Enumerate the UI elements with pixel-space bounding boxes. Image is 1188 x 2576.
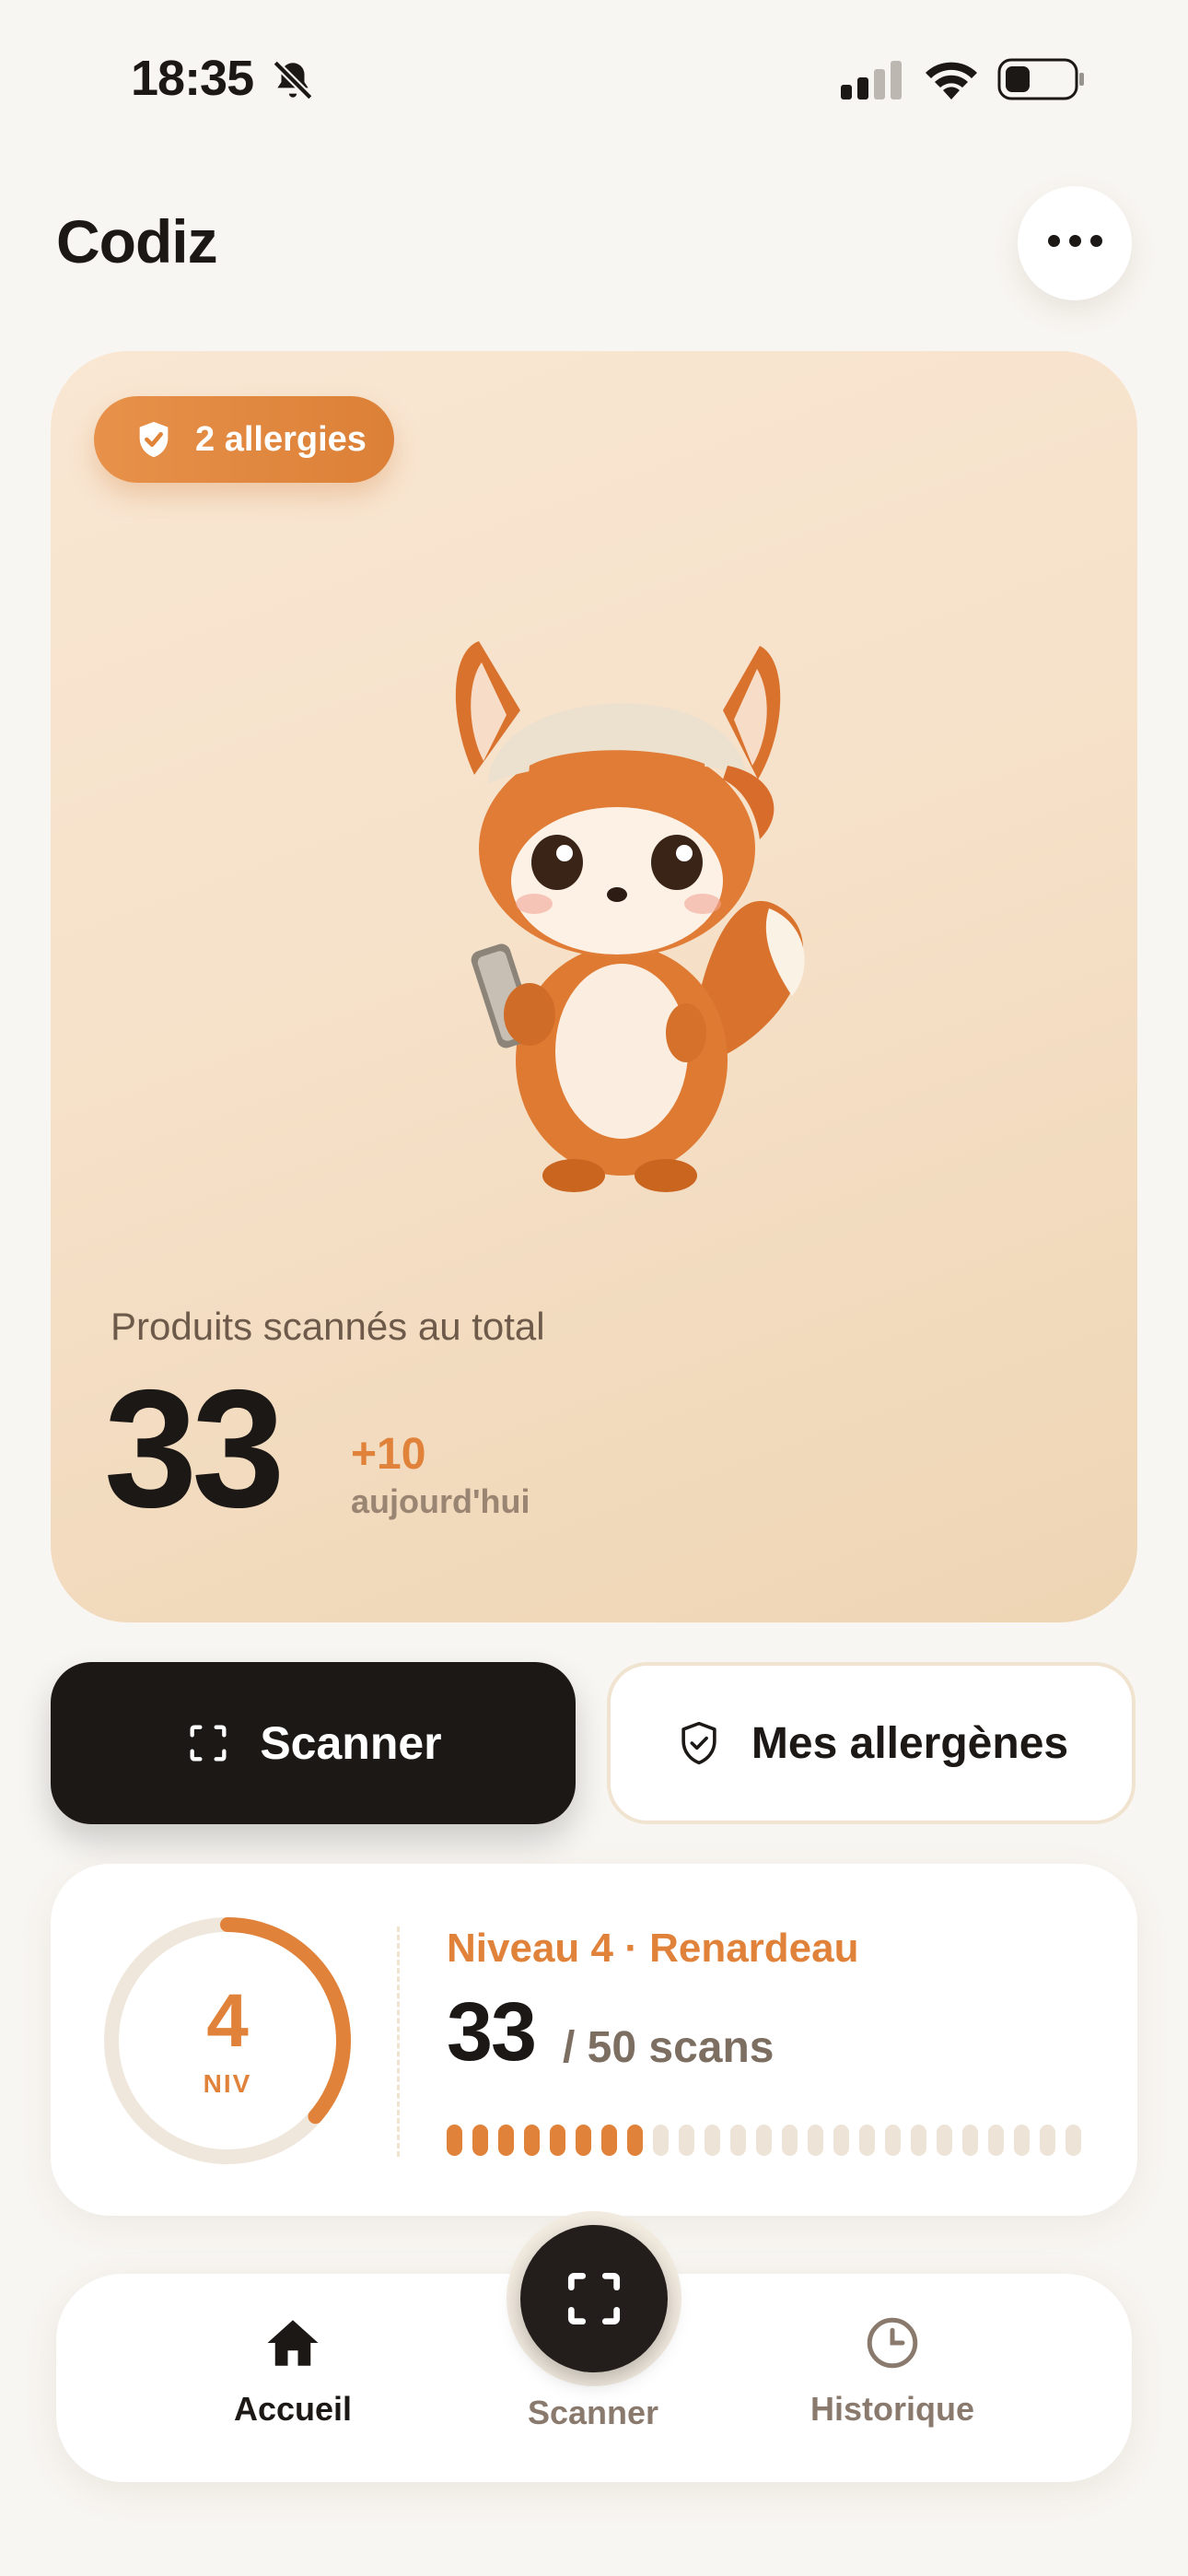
home-icon	[267, 2320, 319, 2366]
progress-segment	[1014, 2125, 1030, 2156]
level-title: Niveau 4 · Renardeau	[447, 1926, 859, 1971]
scan-icon	[567, 2272, 621, 2325]
progress-segment	[782, 2125, 798, 2156]
scan-icon	[190, 1725, 227, 1762]
nav-home-label: Accueil	[233, 2390, 353, 2428]
signal-icon	[841, 61, 902, 100]
level-scan-total: / 50 scans	[563, 2023, 775, 2072]
progress-segment	[1040, 2125, 1055, 2156]
progress-segment	[859, 2125, 875, 2156]
progress-segment	[885, 2125, 901, 2156]
nav-item-scanner[interactable]: Scanner	[483, 2394, 704, 2432]
today-scans-label: aujourd'hui	[351, 1482, 530, 1520]
scan-fab-button[interactable]	[507, 2211, 681, 2386]
progress-segment	[833, 2125, 849, 2156]
progress-segment	[937, 2125, 952, 2156]
level-scan-count: 33	[447, 1986, 537, 2078]
progress-segment	[808, 2125, 823, 2156]
status-bar: 18:35	[0, 0, 1188, 161]
bell-off-icon	[273, 60, 313, 100]
divider	[397, 1926, 400, 2157]
my-allergens-button[interactable]: Mes allergènes	[607, 1662, 1136, 1824]
level-progress-segments	[447, 2125, 1091, 2156]
progress-segment	[601, 2125, 617, 2156]
scan-button[interactable]: Scanner	[51, 1662, 576, 1824]
more-options-button[interactable]	[1018, 186, 1132, 300]
progress-segment	[730, 2125, 746, 2156]
progress-segment	[911, 2125, 926, 2156]
nav-scanner-label: Scanner	[527, 2394, 659, 2431]
wifi-icon	[926, 62, 977, 100]
progress-segment	[988, 2125, 1004, 2156]
scan-fab-inner	[520, 2225, 668, 2372]
progress-segment	[627, 2125, 643, 2156]
clock-icon	[867, 2317, 918, 2369]
shield-check-icon	[139, 421, 169, 458]
progress-segment	[524, 2125, 540, 2156]
shield-check-icon	[681, 1721, 716, 1765]
battery-icon	[997, 58, 1084, 100]
nav-item-history[interactable]: Historique	[782, 2313, 1003, 2429]
level-number: 4	[206, 1979, 249, 2063]
level-progress-card: 4 NIV Niveau 4 · Renardeau 33 / 50 scans	[51, 1864, 1137, 2216]
my-allergens-label: Mes allergènes	[751, 1718, 1069, 1768]
progress-segment	[576, 2125, 591, 2156]
progress-segment	[1066, 2125, 1081, 2156]
level-ring-label: NIV	[203, 2069, 252, 2098]
scan-summary-card: 2 allergies Produits scannés au total 33…	[51, 351, 1137, 1622]
nav-item-home[interactable]: Accueil	[182, 2313, 403, 2429]
progress-segment	[756, 2125, 772, 2156]
progress-segment	[962, 2125, 978, 2156]
fox-mascot-illustration	[455, 641, 805, 1192]
progress-segment	[705, 2125, 720, 2156]
total-scans-label: Produits scannés au total	[111, 1305, 545, 1348]
today-scans-delta: +10	[351, 1430, 426, 1479]
progress-segment	[447, 2125, 462, 2156]
allergy-badge[interactable]: 2 allergies	[94, 396, 394, 483]
progress-segment	[653, 2125, 669, 2156]
progress-segment	[550, 2125, 565, 2156]
app-title: Codiz	[56, 207, 218, 275]
scan-button-label: Scanner	[260, 1717, 442, 1769]
progress-segment	[472, 2125, 488, 2156]
total-scans-count: 33	[104, 1354, 285, 1542]
progress-segment	[498, 2125, 514, 2156]
more-icon	[1043, 235, 1107, 252]
status-time: 18:35	[131, 51, 254, 106]
allergy-badge-label: 2 allergies	[195, 419, 367, 459]
progress-segment	[679, 2125, 694, 2156]
nav-history-label: Historique	[809, 2390, 974, 2428]
